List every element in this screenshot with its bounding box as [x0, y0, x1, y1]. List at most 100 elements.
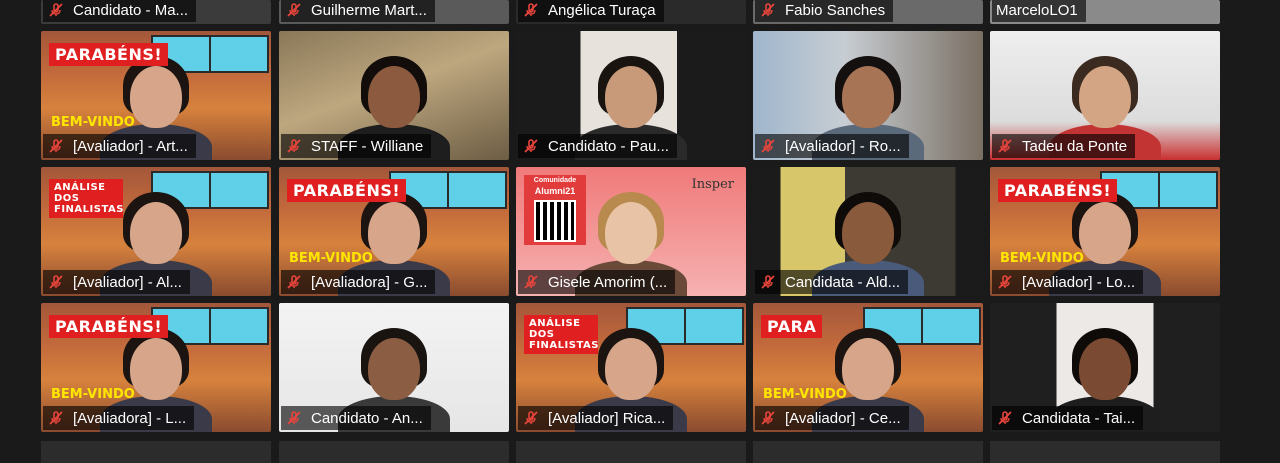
microphone-muted-icon [522, 1, 540, 19]
background-overlay-text: BEM-VINDO [51, 115, 135, 130]
microphone-muted-icon [522, 409, 540, 427]
participant-name-tag: [Avaliador] - Al... [43, 270, 190, 294]
background-overlay-text: BEM-VINDO [51, 387, 135, 402]
participant-name-tag: Guilherme Mart... [281, 0, 435, 22]
alumni-card: Comunidade Alumni21 [524, 175, 586, 245]
participant-video-tile[interactable]: Candidata - Ald... [753, 167, 983, 296]
participant-name: [Avaliadora] - L... [73, 409, 187, 427]
participant-name: STAFF - Williane [311, 137, 424, 155]
participant-video-tile[interactable]: STAFF - Williane [279, 31, 509, 160]
microphone-muted-icon [285, 1, 303, 19]
projector-screen [684, 307, 744, 345]
participant-name: [Avaliador] - Ce... [785, 409, 901, 427]
participant-name: Gisele Amorim (... [548, 273, 668, 291]
microphone-muted-icon [47, 409, 65, 427]
participant-video-tile[interactable] [990, 441, 1220, 463]
participant-video-tile[interactable]: Angélica Turaça [516, 0, 746, 24]
participant-video-tile[interactable]: PARABÉNS! BEM-VINDO [Avaliadora] - G... [279, 167, 509, 296]
participant-video-tile[interactable]: ANÁLISE DOS FINALISTAS [Avaliador] - Al..… [41, 167, 271, 296]
participant-video-tile[interactable]: PARA BEM-VINDO [Avaliador] - Ce... [753, 303, 983, 432]
microphone-muted-icon [759, 409, 777, 427]
background-overlay-text: BEM-VINDO [289, 251, 373, 266]
participant-video-tile[interactable]: Candidata - Tai... [990, 303, 1220, 432]
participant-video-tile[interactable] [41, 441, 271, 463]
participant-video-tile[interactable]: PARABÉNS! BEM-VINDO [Avaliador] - Art... [41, 31, 271, 160]
background-banner: ANÁLISE DOS FINALISTAS [49, 179, 123, 218]
microphone-muted-icon [996, 137, 1014, 155]
participant-video-tile[interactable]: ANÁLISE DOS FINALISTAS [Avaliador] Rica..… [516, 303, 746, 432]
participant-name-tag: Fabio Sanches [755, 0, 894, 22]
participant-name-tag: Candidato - An... [281, 406, 431, 430]
participant-name-tag: Candidato - Pau... [518, 134, 677, 158]
participant-name: [Avaliador] - Art... [73, 137, 188, 155]
microphone-muted-icon [522, 273, 540, 291]
participant-video-tile[interactable] [279, 441, 509, 463]
projector-screen [209, 35, 269, 73]
participant-name-tag: Candidata - Tai... [992, 406, 1144, 430]
participant-video-tile[interactable]: PARABÉNS! BEM-VINDO [Avaliador] - Lo... [990, 167, 1220, 296]
projector-screen [447, 171, 507, 209]
participant-name-tag: [Avaliador] - Ce... [755, 406, 909, 430]
projector-screen [921, 307, 981, 345]
microphone-muted-icon [996, 273, 1014, 291]
participant-name-tag: STAFF - Williane [281, 134, 432, 158]
participant-video-tile[interactable]: Guilherme Mart... [279, 0, 509, 24]
background-banner: PARABÉNS! [49, 315, 169, 338]
participant-video-tile[interactable] [516, 441, 746, 463]
participant-name: Angélica Turaça [548, 1, 656, 19]
background-banner: ANÁLISE DOS FINALISTAS [524, 315, 598, 354]
participant-video-tile[interactable]: Candidato - Ma... [41, 0, 271, 24]
participant-name: Candidato - Ma... [73, 1, 189, 19]
participant-video-tile[interactable]: Candidato - Pau... [516, 31, 746, 160]
participant-video-tile[interactable]: Candidato - An... [279, 303, 509, 432]
background-banner: PARA [761, 315, 823, 338]
participant-name: [Avaliador] - Ro... [785, 137, 901, 155]
participant-video-tile[interactable]: [Avaliador] - Ro... [753, 31, 983, 160]
participant-name: Guilherme Mart... [311, 1, 427, 19]
background-banner: PARABÉNS! [49, 43, 169, 66]
microphone-muted-icon [522, 137, 540, 155]
microphone-muted-icon [759, 273, 777, 291]
participant-name: [Avaliador] - Al... [73, 273, 182, 291]
microphone-muted-icon [285, 137, 303, 155]
participant-name: Candidata - Ald... [785, 273, 901, 291]
participant-name: MarceloLO1 [996, 1, 1078, 19]
background-overlay-text: BEM-VINDO [1000, 251, 1084, 266]
microphone-muted-icon [996, 409, 1014, 427]
participant-name-tag: [Avaliadora] - L... [43, 406, 195, 430]
participant-name-tag: Gisele Amorim (... [518, 270, 676, 294]
participant-name-tag: [Avaliadora] - G... [281, 270, 436, 294]
participant-video-tile[interactable]: Comunidade Alumni21 Insper Gisele Amorim (.… [516, 167, 746, 296]
microphone-muted-icon [285, 273, 303, 291]
background-overlay-text: BEM-VINDO [763, 387, 847, 402]
participant-video-tile[interactable]: PARABÉNS! BEM-VINDO [Avaliadora] - L... [41, 303, 271, 432]
participant-video-tile[interactable]: MarceloLO1 [990, 0, 1220, 24]
microphone-muted-icon [759, 1, 777, 19]
qr-code-icon [534, 200, 576, 242]
participant-name: Fabio Sanches [785, 1, 886, 19]
projector-screen [1158, 171, 1218, 209]
alumni-title: Alumni21 [534, 186, 576, 196]
participant-name-tag: [Avaliador] Rica... [518, 406, 674, 430]
participant-video-tile[interactable]: Fabio Sanches [753, 0, 983, 24]
participant-video-tile[interactable]: Tadeu da Ponte [990, 31, 1220, 160]
projector-screen [209, 171, 269, 209]
participant-name: [Avaliadora] - G... [311, 273, 428, 291]
participant-name-tag: Tadeu da Ponte [992, 134, 1136, 158]
microphone-muted-icon [47, 137, 65, 155]
participant-name: [Avaliador] Rica... [548, 409, 666, 427]
video-grid: Candidato - Ma... Guilherme Mart... Angéli… [0, 0, 1280, 463]
projector-screen [209, 307, 269, 345]
participant-video-tile[interactable] [753, 441, 983, 463]
participant-name-tag: Candidato - Ma... [43, 0, 197, 22]
participant-name: Candidato - An... [311, 409, 423, 427]
alumni-subtitle: Comunidade [533, 177, 577, 184]
participant-name-tag: Candidata - Ald... [755, 270, 909, 294]
participant-name-tag: [Avaliador] - Ro... [755, 134, 909, 158]
background-banner: PARABÉNS! [998, 179, 1118, 202]
participant-name: [Avaliador] - Lo... [1022, 273, 1136, 291]
participant-name-tag: Angélica Turaça [518, 0, 664, 22]
microphone-muted-icon [47, 273, 65, 291]
participant-name-tag: [Avaliador] - Lo... [992, 270, 1144, 294]
participant-name-tag: [Avaliador] - Art... [43, 134, 196, 158]
